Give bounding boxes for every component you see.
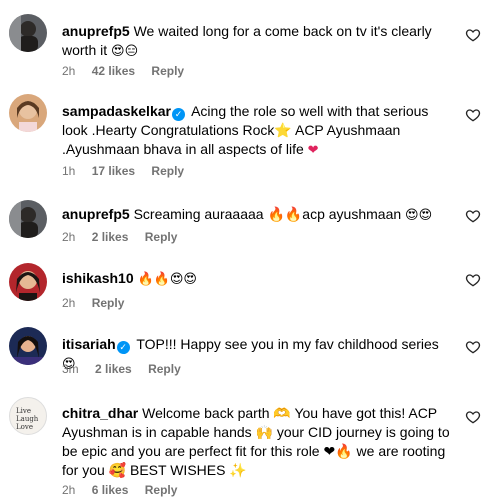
comment-meta: 2h Reply	[62, 296, 137, 310]
comment-likes[interactable]: 2 likes	[92, 230, 129, 244]
like-heart-icon[interactable]	[465, 208, 481, 224]
like-heart-icon[interactable]	[465, 409, 481, 425]
comment-username[interactable]: anuprefp5	[62, 23, 130, 39]
comment-meta: 3m 2 likes Reply	[62, 362, 194, 376]
verified-badge-icon: ✓	[171, 108, 185, 121]
avatar[interactable]	[9, 327, 47, 365]
comment-likes[interactable]: 42 likes	[92, 64, 135, 78]
comment-time[interactable]: 1h	[62, 164, 75, 178]
comment-username[interactable]: anuprefp5	[62, 206, 130, 222]
like-heart-icon[interactable]	[465, 107, 481, 123]
comment-meta: 2h 42 likes Reply	[62, 64, 197, 78]
comment-username[interactable]: itisariah	[62, 336, 116, 352]
reply-button[interactable]: Reply	[145, 230, 178, 244]
reply-button[interactable]: Reply	[92, 296, 125, 310]
comments-list: anuprefp5 We waited long for a come back…	[0, 0, 489, 497]
comment-username[interactable]: sampadaskelkar	[62, 103, 171, 119]
reply-button[interactable]: Reply	[145, 483, 178, 497]
comment-meta: 2h 6 likes Reply	[62, 483, 190, 497]
like-heart-icon[interactable]	[465, 339, 481, 355]
comment-username[interactable]: chitra_dhar	[62, 405, 138, 421]
comment-likes[interactable]: 2 likes	[95, 362, 132, 376]
comment-time[interactable]: 3m	[62, 362, 79, 376]
comment-body: sampadaskelkar ✓ Acing the role so well w…	[62, 102, 454, 160]
avatar[interactable]	[9, 200, 47, 238]
comment-time[interactable]: 2h	[62, 64, 75, 78]
avatar-text: Live Laugh Love	[16, 407, 39, 431]
comment-body: anuprefp5 Screaming auraaaaa 🔥🔥acp ayush…	[62, 205, 454, 225]
comment-emoji: 🔥🔥😍😍	[137, 272, 197, 287]
comment-emoji: ❤	[307, 143, 319, 158]
comment-time[interactable]: 2h	[62, 483, 75, 497]
comment-emoji: 😍😑	[111, 44, 139, 59]
reply-button[interactable]: Reply	[151, 164, 184, 178]
avatar[interactable]	[9, 14, 47, 52]
comment-username[interactable]: ishikash10	[62, 270, 134, 286]
like-heart-icon[interactable]	[465, 272, 481, 288]
avatar[interactable]	[9, 263, 47, 301]
comment-body: ishikash10 🔥🔥😍😍	[62, 269, 454, 289]
comment-meta: 1h 17 likes Reply	[62, 164, 197, 178]
comment-body: anuprefp5 We waited long for a come back…	[62, 22, 454, 61]
reply-button[interactable]: Reply	[148, 362, 181, 376]
comment-likes[interactable]: 17 likes	[92, 164, 135, 178]
like-heart-icon[interactable]	[465, 27, 481, 43]
avatar[interactable]	[9, 94, 47, 132]
comment-body: chitra_dhar Welcome back parth 🫶 You hav…	[62, 404, 454, 480]
comment-text: Screaming auraaaaa 🔥🔥acp ayushmaan	[133, 206, 402, 222]
reply-button[interactable]: Reply	[151, 64, 184, 78]
comment-text: TOP!!! Happy see you in my fav childhood…	[136, 336, 439, 352]
comment-emoji: 😍😍	[405, 208, 433, 223]
comment-likes[interactable]: 6 likes	[92, 483, 129, 497]
verified-badge-icon: ✓	[116, 341, 130, 354]
comment-time[interactable]: 2h	[62, 296, 75, 310]
comment-meta: 2h 2 likes Reply	[62, 230, 190, 244]
comment-time[interactable]: 2h	[62, 230, 75, 244]
avatar[interactable]: Live Laugh Love	[9, 397, 47, 435]
